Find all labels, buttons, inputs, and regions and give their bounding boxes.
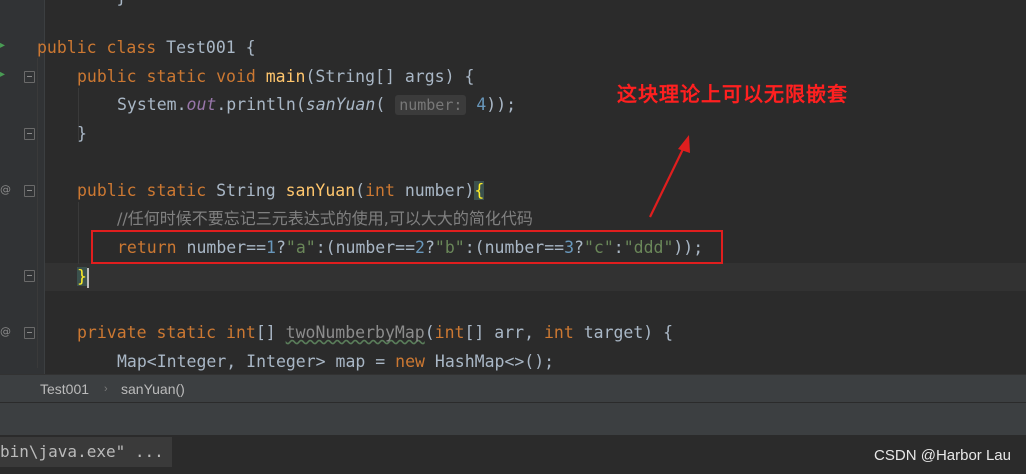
keyword: private static [77,323,227,342]
closing-brace: } [77,124,87,143]
class-declaration: Test001 { [156,38,256,57]
parameter-hint: number: [395,95,467,115]
code-text: } [37,0,126,7]
method-name: sanYuan [285,181,356,200]
fold-marker-icon[interactable] [24,71,35,83]
code-text: [] arr, [464,323,544,342]
keyword: int [434,323,465,342]
code-text: (String[] args) { [305,67,475,86]
keyword: int [543,323,574,342]
annotation-text: 这块理论上可以无限嵌套 [617,82,848,106]
keyword: new [395,352,425,371]
code-line[interactable]: } [37,0,126,10]
fold-marker-icon[interactable] [24,185,35,197]
highlight-box [91,230,723,264]
code-text: ( [355,181,366,200]
method-call: sanYuan [305,95,376,114]
red-arrow [649,135,690,218]
code-text: ( [375,95,396,114]
console-output-line: bin\java.exe" ... [0,437,172,467]
code-line[interactable]: } [77,122,87,146]
code-text: ( [424,323,435,342]
indent-guide [37,58,38,368]
code-text: System. [117,95,187,114]
run-main-icon[interactable]: ▸ [0,69,5,80]
text-caret [86,267,89,288]
fold-marker-icon[interactable] [24,270,35,282]
code-text: target) { [573,323,674,342]
code-line[interactable]: private static int[] twoNumberbyMap(int[… [77,321,673,345]
code-text: .println( [216,95,306,114]
code-line[interactable]: public class Test001 { [37,36,256,60]
code-line[interactable]: //任何时候不要忘记三元表达式的使用,可以大大的简化代码 [117,207,533,231]
code-text: Map<Integer, Integer> map = [117,352,396,371]
code-line[interactable]: public static String sanYuan(int number)… [77,179,485,203]
code-text: number) [394,181,475,200]
fold-marker-icon[interactable] [24,128,35,140]
parameter-hint-label: number: [399,96,463,114]
keyword: int [226,323,256,342]
static-field: out [186,95,217,114]
return-type: String [216,181,286,200]
number-literal: 4 [466,95,487,114]
tool-window-header [0,402,1026,436]
keyword: public [37,38,97,57]
code-line[interactable]: System.out.println(sanYuan( number: 4)); [117,93,516,117]
breadcrumb: Test001 › sanYuan() [0,374,1026,403]
keyword: class [106,38,157,57]
fold-marker-icon[interactable] [24,327,35,339]
code-line[interactable]: Map<Integer, Integer> map = new HashMap<… [117,350,554,374]
keyword: public static [77,181,217,200]
code-line[interactable]: } [77,265,89,289]
override-at-icon[interactable]: @ [0,325,11,338]
code-text: HashMap<>(); [424,352,555,371]
method-name: main [265,67,306,86]
unused-method-name: twoNumberbyMap [285,323,425,342]
code-text: [] [255,323,286,342]
matched-brace: } [77,267,87,286]
breadcrumb-class[interactable]: Test001 [40,375,89,403]
run-class-icon[interactable]: ▸ [0,40,5,51]
code-text: )); [486,95,517,114]
code-editor[interactable]: ▸ ▸ @ @ } public class Test001 { public … [0,0,1026,374]
breadcrumb-method[interactable]: sanYuan() [121,375,185,403]
indent-guide [78,202,79,264]
watermark: CSDN @Harbor Lau [874,447,1011,464]
breadcrumb-separator: › [104,383,108,395]
keyword: public static void [77,67,266,86]
code-line[interactable]: public static void main(String[] args) { [77,65,474,89]
code-comment: //任何时候不要忘记三元表达式的使用,可以大大的简化代码 [117,209,533,228]
override-at-icon[interactable]: @ [0,183,11,196]
matched-brace: { [474,181,485,200]
keyword: int [365,181,395,200]
current-line-highlight [45,263,1026,291]
